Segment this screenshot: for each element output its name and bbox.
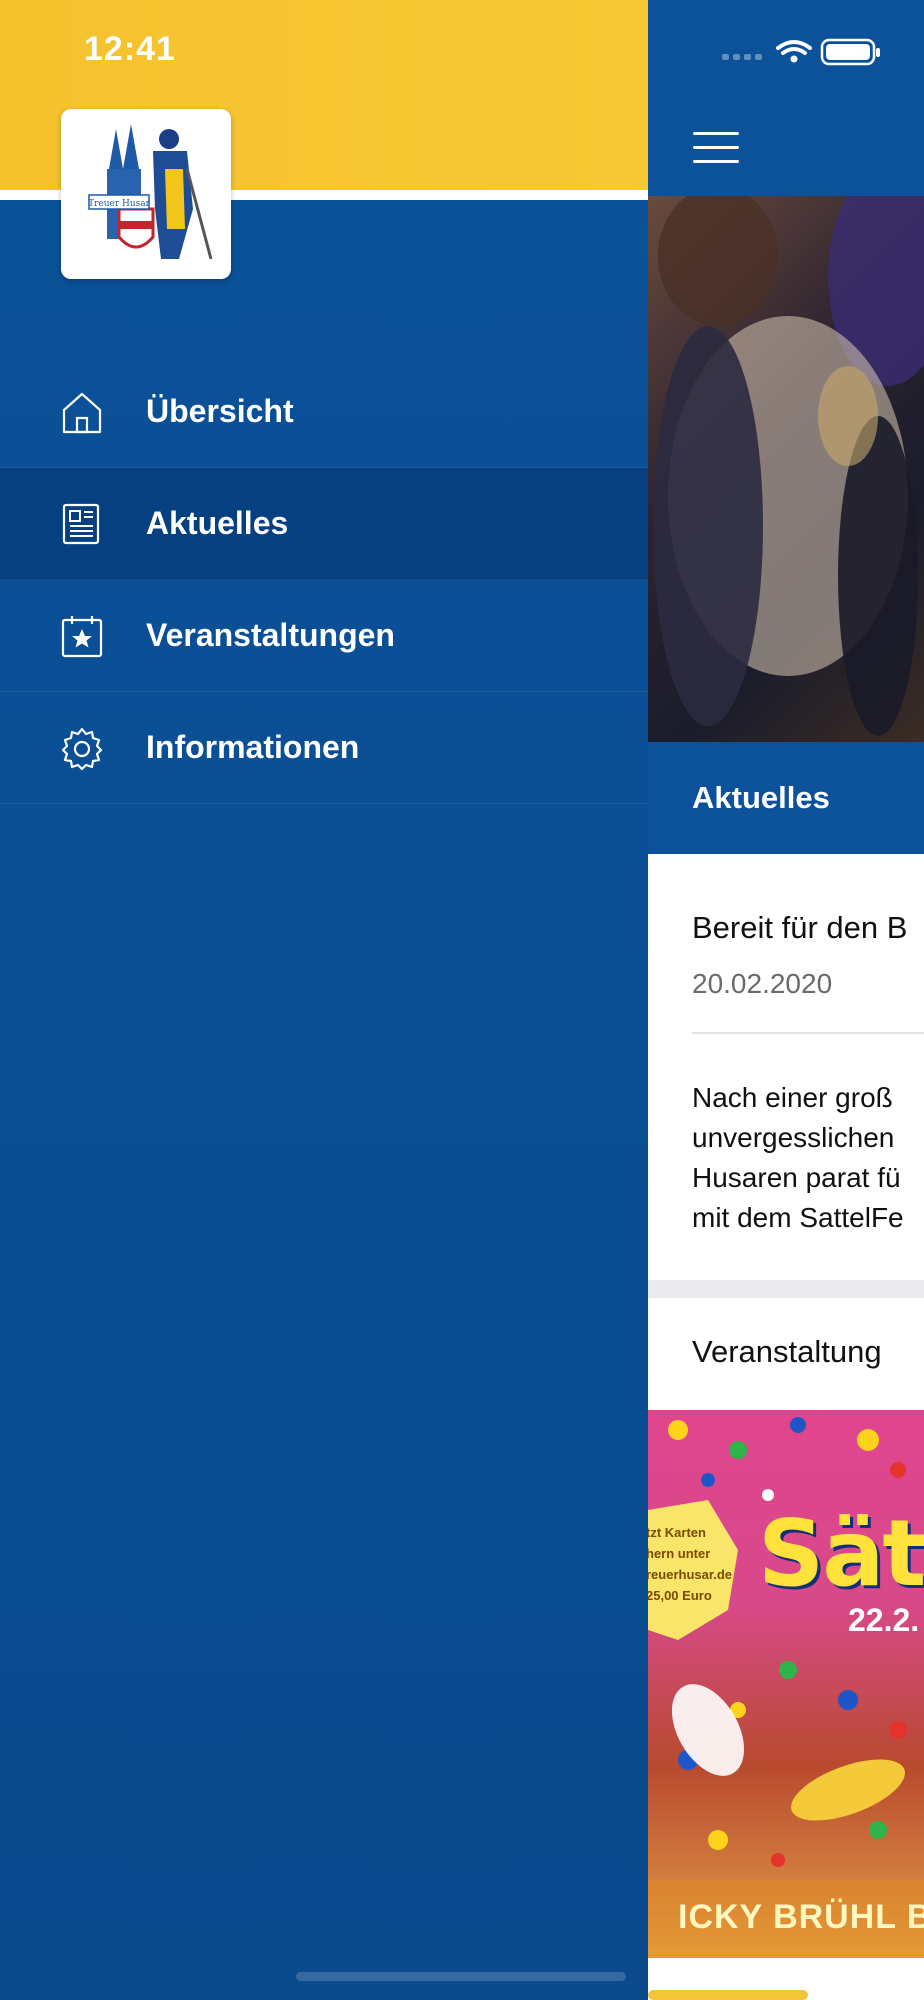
wifi-icon [776,40,812,63]
menu-item-label: Aktuelles [146,505,289,541]
hamburger-line [693,132,739,135]
navigation-drawer: 12:41 Treuer Husar Übersicht Aktuelles V… [0,0,648,2000]
news-excerpt-line: Husaren parat fü [692,1162,901,1193]
events-header: Veranstaltung [648,1298,924,1408]
status-icons [722,38,880,66]
svg-text:Treuer Husar: Treuer Husar [88,199,151,209]
news-date: 20.02.2020 [692,968,833,999]
section-title: Aktuelles [692,780,830,815]
event-poster[interactable]: tzt Karten hern unter reuerhusar.de 25,0… [648,1410,924,1958]
poster-side-line: hern unter [648,1546,711,1561]
section-spacer [648,1280,924,1298]
hero-image [648,196,924,742]
status-time: 12:41 [84,30,176,68]
news-excerpt-line: unvergesslichen [692,1122,895,1153]
menu-item-aktuelles[interactable]: Aktuelles [0,468,648,580]
events-title: Veranstaltung [692,1334,882,1369]
newspaper-icon [62,503,100,545]
battery-icon [820,38,880,66]
menu-item-informationen[interactable]: Informationen [0,692,648,804]
section-header-aktuelles: Aktuelles [648,742,924,854]
news-excerpt-line: Nach einer groß [692,1082,893,1113]
gear-icon [61,727,103,770]
confetti-graphic [648,1417,907,1867]
club-logo[interactable]: Treuer Husar [61,109,231,279]
hamburger-line [693,146,739,149]
menu-item-uebersicht[interactable]: Übersicht [0,356,648,468]
bottom-button-peek[interactable] [648,1990,808,2000]
app-header [648,0,924,196]
poster-title: Säte [758,1500,924,1607]
husar-logo-icon: Treuer Husar [88,124,213,260]
poster-side-line: tzt Karten [648,1525,706,1540]
menu-item-label: Veranstaltungen [146,617,395,653]
carnival-photo [653,196,924,736]
main-content: Aktuelles Bereit für den B 20.02.2020 Na… [648,0,924,2000]
hamburger-line [693,160,739,163]
calendar-star-icon [61,616,103,658]
drawer-menu: Übersicht Aktuelles Veranstaltungen Info… [0,356,648,804]
poster-band: ICKY BRÜHL BAN [648,1880,924,1958]
news-excerpt-line: mit dem SattelFe [692,1202,904,1233]
signal-icon [722,54,762,60]
news-excerpt: Nach einer groß unvergesslichen Husaren … [692,1078,924,1238]
poster-date: 22.2. [848,1602,920,1638]
home-icon [62,392,102,434]
home-indicator [296,1972,626,1981]
menu-toggle-button[interactable] [693,132,739,164]
menu-item-veranstaltungen[interactable]: Veranstaltungen [0,580,648,692]
menu-item-label: Übersicht [146,393,294,429]
poster-band-text: ICKY BRÜHL BAN [678,1898,924,1936]
news-divider [692,1032,924,1034]
poster-side-line: 25,00 Euro [648,1588,712,1603]
news-card[interactable]: Bereit für den B 20.02.2020 Nach einer g… [648,854,924,1280]
poster-side-text: tzt Karten hern unter reuerhusar.de 25,0… [648,1522,736,1606]
news-title: Bereit für den B [692,910,908,945]
poster-side-line: reuerhusar.de [648,1567,732,1582]
menu-item-label: Informationen [146,729,360,765]
